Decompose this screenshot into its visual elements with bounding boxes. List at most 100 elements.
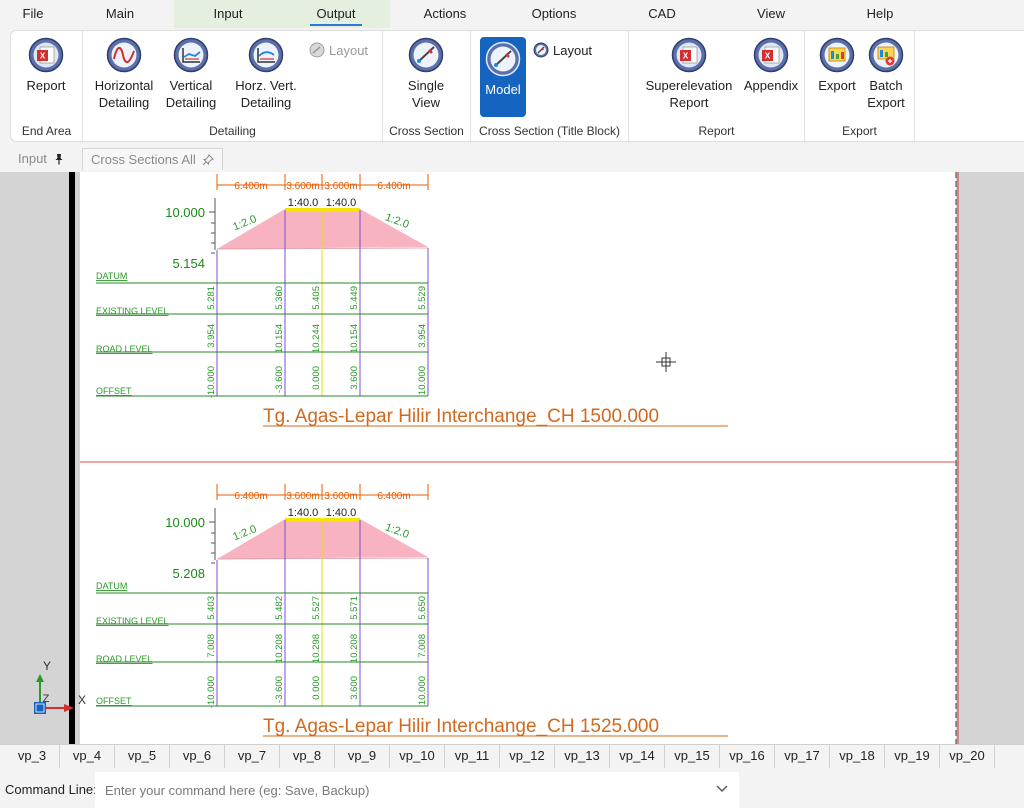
command-input[interactable]: [95, 772, 739, 808]
batch-export-icon: [868, 37, 904, 73]
existing-value: 5.650: [417, 596, 428, 620]
existing-value: 5.482: [274, 596, 285, 620]
road-value: 10.154: [349, 324, 360, 353]
road-value: 3.954: [206, 324, 217, 348]
row-label: EXISTING LEVEL: [96, 616, 169, 626]
ucs-icon: Y Z X: [34, 659, 86, 714]
viewport-tab[interactable]: vp_19: [885, 745, 940, 768]
existing-value: 5.405: [311, 286, 322, 310]
menu-cad[interactable]: CAD: [608, 0, 716, 28]
row-label: OFFSET: [96, 386, 132, 396]
single-view-label-1: Single: [407, 78, 445, 93]
menu-options[interactable]: Options: [500, 0, 608, 28]
group-title-block: Model Layout Cross Section (Title Block): [471, 31, 629, 143]
group-detailing: Horizontal Detailing Vertical Detailing: [83, 31, 383, 143]
viewport-tab[interactable]: vp_17: [775, 745, 830, 768]
pin-outline-icon[interactable]: [202, 153, 214, 166]
command-line-bar: Command Line:: [0, 770, 1024, 808]
viewport-tab[interactable]: vp_3: [5, 745, 60, 768]
chevron-down-icon[interactable]: [714, 782, 730, 796]
report-button[interactable]: X Report: [17, 37, 75, 94]
dimension-label: 3.600m: [286, 181, 319, 192]
offset-value: -10.000: [206, 676, 217, 708]
export-icon: [819, 37, 855, 73]
menu-file[interactable]: File: [0, 0, 66, 28]
viewport-tab[interactable]: vp_10: [390, 745, 445, 768]
existing-value: 5.529: [417, 286, 428, 310]
viewport-tab[interactable]: vp_18: [830, 745, 885, 768]
pin-icon[interactable]: [53, 153, 65, 165]
menu-help[interactable]: Help: [826, 0, 934, 28]
report-label: Report: [26, 78, 66, 93]
detailing-layout-button[interactable]: Layout: [309, 42, 368, 58]
viewport-tab[interactable]: vp_14: [610, 745, 665, 768]
offset-value: -3.600: [274, 676, 285, 703]
export-button[interactable]: Export: [813, 37, 861, 94]
vertical-detailing-button[interactable]: Vertical Detailing: [163, 37, 219, 111]
command-line-label: Command Line:: [5, 782, 97, 797]
viewport-tab[interactable]: vp_11: [445, 745, 500, 768]
section-title: Tg. Agas-Lepar Hilir Interchange_CH 1525…: [263, 716, 659, 737]
model-button[interactable]: Model: [480, 37, 526, 117]
datum-value-label: 5.154: [172, 256, 205, 271]
existing-value: 5.360: [274, 286, 285, 310]
horz-vert-detailing-icon: [248, 37, 284, 73]
crossfall-label-right: 1:40.0: [326, 507, 357, 519]
horizontal-detailing-label-1: Horizontal: [94, 78, 154, 93]
superelevation-report-button[interactable]: X Superelevation Report: [637, 37, 741, 111]
svg-text:X: X: [765, 52, 771, 61]
viewport-tab[interactable]: vp_5: [115, 745, 170, 768]
dimension-label: 6.400m: [234, 491, 267, 502]
menu-output[interactable]: Output: [282, 0, 390, 28]
dimension-label: 3.600m: [286, 491, 319, 502]
document-tab-strip: Input Cross Sections All: [0, 146, 1024, 172]
viewport-tab[interactable]: vp_12: [500, 745, 555, 768]
tab-input-label: Input: [18, 151, 47, 166]
single-view-button[interactable]: Single View: [387, 37, 465, 111]
horz-vert-detailing-button[interactable]: Horz. Vert. Detailing: [226, 37, 306, 111]
export-label: Export: [818, 78, 856, 93]
viewport-tab[interactable]: vp_16: [720, 745, 775, 768]
crossfall-label-left: 1:40.0: [288, 197, 319, 209]
offset-value: -10.000: [206, 366, 217, 398]
vertical-detailing-icon: [173, 37, 209, 73]
road-value: 10.208: [349, 634, 360, 663]
row-label: EXISTING LEVEL: [96, 306, 169, 316]
vertical-detailing-label-1: Vertical: [169, 78, 213, 93]
title-block-layout-button[interactable]: Layout: [533, 42, 592, 58]
group-label-end-area: End Area: [21, 124, 72, 138]
viewport-tab[interactable]: vp_13: [555, 745, 610, 768]
offset-value: 10.000: [417, 366, 428, 395]
road-value: 7.008: [417, 634, 428, 658]
viewport-tab[interactable]: vp_9: [335, 745, 390, 768]
viewport-tab[interactable]: vp_6: [170, 745, 225, 768]
menu-input[interactable]: Input: [174, 0, 282, 28]
group-label-cross-section: Cross Section: [389, 124, 464, 138]
horizontal-detailing-button[interactable]: Horizontal Detailing: [91, 37, 157, 111]
crossfall-label-left: 1:40.0: [288, 507, 319, 519]
road-value: 10.154: [274, 324, 285, 353]
viewport-tab[interactable]: vp_20: [940, 745, 995, 768]
batch-export-label-2: Export: [867, 95, 905, 110]
vertical-detailing-label-2: Detailing: [165, 95, 217, 110]
tab-input[interactable]: Input: [10, 148, 73, 170]
single-view-label-2: View: [412, 95, 440, 110]
batch-export-button[interactable]: Batch Export: [861, 37, 911, 111]
level-top-label: 10.000: [165, 205, 205, 220]
appendix-button[interactable]: X Appendix: [741, 37, 801, 94]
tab-cross-sections-all[interactable]: Cross Sections All: [82, 148, 223, 170]
svg-text:X: X: [683, 52, 689, 61]
viewport-tab[interactable]: vp_7: [225, 745, 280, 768]
menu-actions[interactable]: Actions: [390, 0, 500, 28]
cad-drawing[interactable]: 6.400m 3.600m 3.600m 6.400m1:40.0 1:40.01:2.…: [0, 172, 1024, 744]
batch-export-label-1: Batch: [869, 78, 903, 93]
road-value: 10.244: [311, 324, 322, 353]
viewport-tab[interactable]: vp_4: [60, 745, 115, 768]
menu-view[interactable]: View: [716, 0, 826, 28]
offset-value: 3.600: [349, 676, 360, 700]
drawing-canvas[interactable]: 6.400m 3.600m 3.600m 6.400m 1:40.0 1:40.0 1:2.…: [0, 172, 1024, 744]
viewport-tab[interactable]: vp_15: [665, 745, 720, 768]
viewport-tab[interactable]: vp_8: [280, 745, 335, 768]
menu-main[interactable]: Main: [66, 0, 174, 28]
ucs-x-label: X: [78, 693, 86, 707]
